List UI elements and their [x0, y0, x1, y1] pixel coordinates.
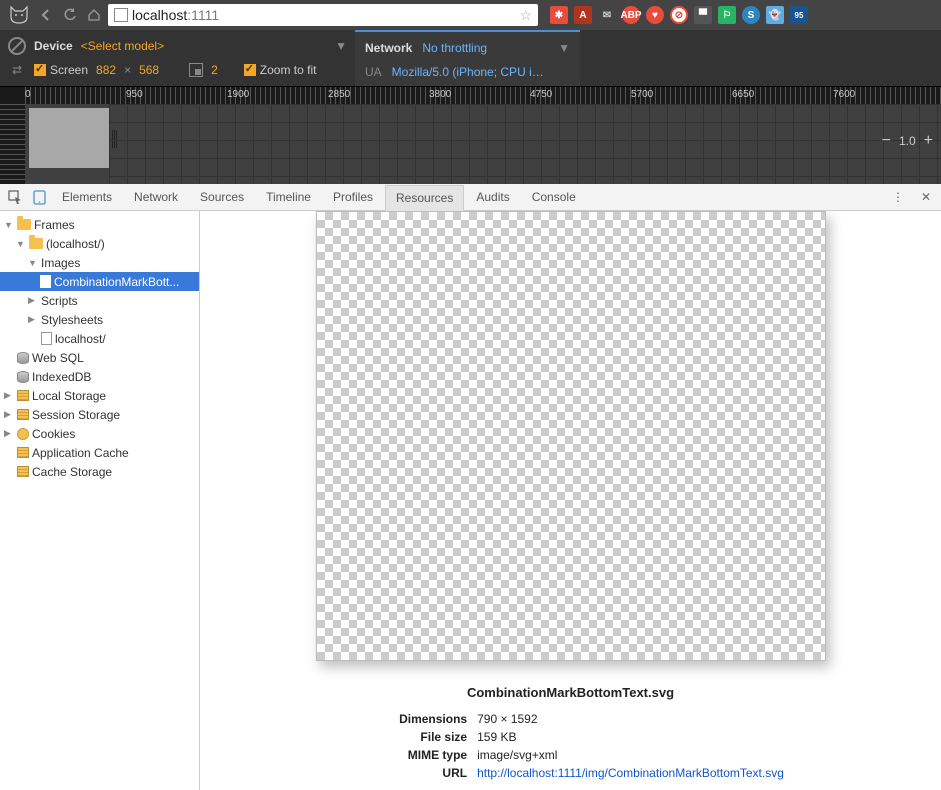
- tab-sources[interactable]: Sources: [190, 185, 254, 209]
- home-button[interactable]: [84, 5, 104, 25]
- screen-width[interactable]: 882: [96, 63, 116, 77]
- tree-localstorage[interactable]: Local Storage: [0, 386, 199, 405]
- ext-icon[interactable]: S: [742, 6, 760, 24]
- ext-icon[interactable]: ♥: [646, 6, 664, 24]
- preview-filename: CombinationMarkBottomText.svg: [467, 685, 674, 700]
- close-icon[interactable]: ✕: [915, 186, 937, 208]
- no-device-icon[interactable]: [8, 37, 26, 55]
- ruler-tick: 7600: [833, 89, 855, 100]
- tree-localhost[interactable]: (localhost/): [0, 234, 199, 253]
- tree-appcache[interactable]: Application Cache: [0, 443, 199, 462]
- tab-profiles[interactable]: Profiles: [323, 185, 383, 209]
- tree-scripts[interactable]: Scripts: [0, 291, 199, 310]
- dpr-icon: [189, 63, 203, 77]
- tree-indexeddb[interactable]: IndexedDB: [0, 367, 199, 386]
- screen-height[interactable]: 568: [139, 63, 159, 77]
- ruler-tick: 2850: [328, 89, 350, 100]
- ruler-tick: 0: [25, 89, 31, 100]
- tree-selected-file[interactable]: CombinationMarkBott...: [0, 272, 199, 291]
- resource-preview: CombinationMarkBottomText.svg Dimensions…: [200, 211, 941, 790]
- url-text: localhost:1111: [132, 7, 219, 23]
- throttling-select[interactable]: No throttling: [422, 41, 487, 55]
- tab-elements[interactable]: Elements: [52, 185, 122, 209]
- back-button[interactable]: [36, 5, 56, 25]
- browser-logo: [6, 2, 32, 28]
- device-emulation-bar: Device <Select model> ▼ ⇄ Screen 882 × 5…: [0, 30, 941, 86]
- ruler-tick: 5700: [631, 89, 653, 100]
- ext-icon[interactable]: ✉: [598, 6, 616, 24]
- preview-metadata: Dimensions790 × 1592 File size159 KB MIM…: [357, 710, 784, 782]
- ext-icon[interactable]: ▝▘: [694, 6, 712, 24]
- ext-icon[interactable]: 👻: [766, 6, 784, 24]
- ext-icon[interactable]: ✱: [550, 6, 568, 24]
- ua-value[interactable]: Mozilla/5.0 (iPhone; CPU iPhon...: [392, 65, 552, 79]
- ext-icon[interactable]: ⊘: [670, 6, 688, 24]
- page-icon: [114, 8, 128, 22]
- device-mode-icon[interactable]: [28, 186, 50, 208]
- inspect-icon[interactable]: [4, 186, 26, 208]
- zoom-in-button[interactable]: +: [924, 132, 933, 150]
- ruler-tick: 950: [126, 89, 143, 100]
- tab-console[interactable]: Console: [522, 185, 586, 209]
- ua-label: UA: [365, 65, 382, 79]
- device-select[interactable]: <Select model>: [81, 39, 327, 53]
- bookmark-star-icon[interactable]: ☆: [519, 7, 532, 24]
- toggle-icon[interactable]: ⇄: [8, 61, 26, 79]
- meta-dimensions: 790 × 1592: [477, 710, 537, 728]
- tree-images[interactable]: Images: [0, 253, 199, 272]
- reload-button[interactable]: [60, 5, 80, 25]
- tree-localhost-file[interactable]: localhost/: [0, 329, 199, 348]
- ruler-tick: 3800: [429, 89, 451, 100]
- tab-network[interactable]: Network: [124, 185, 188, 209]
- device-label: Device: [34, 39, 73, 53]
- ruler-tick: 4750: [530, 89, 552, 100]
- tree-cookies[interactable]: Cookies: [0, 424, 199, 443]
- tab-audits[interactable]: Audits: [466, 185, 519, 209]
- devtools-tabs: Elements Network Sources Timeline Profil…: [0, 184, 941, 211]
- meta-url[interactable]: http://localhost:1111/img/CombinationMar…: [477, 764, 784, 782]
- meta-filesize: 159 KB: [477, 728, 516, 746]
- ext-icon[interactable]: 95: [790, 6, 808, 24]
- tree-websql[interactable]: Web SQL: [0, 348, 199, 367]
- zoom-control: − 1.0 +: [882, 132, 933, 150]
- extension-icons: ✱ A ✉ ABP ♥ ⊘ ▝▘ ⚐ S 👻 95: [550, 6, 808, 24]
- devtools-body: Frames (localhost/) Images CombinationMa…: [0, 211, 941, 790]
- ruler-tick: 6650: [732, 89, 754, 100]
- tree-stylesheets[interactable]: Stylesheets: [0, 310, 199, 329]
- viewport-area: − 1.0 +: [0, 104, 941, 184]
- ext-icon[interactable]: ABP: [622, 6, 640, 24]
- resources-sidebar: Frames (localhost/) Images CombinationMa…: [0, 211, 200, 790]
- screen-checkbox[interactable]: Screen: [34, 63, 88, 77]
- ext-icon[interactable]: ⚐: [718, 6, 736, 24]
- zoom-fit-checkbox[interactable]: Zoom to fit: [244, 63, 317, 77]
- image-preview: [316, 211, 826, 661]
- network-label: Network: [365, 41, 412, 55]
- vertical-ruler: [0, 104, 25, 184]
- address-bar[interactable]: localhost:1111 ☆: [108, 4, 538, 26]
- dpr-value[interactable]: 2: [211, 63, 218, 77]
- zoom-out-button[interactable]: −: [882, 132, 891, 150]
- zoom-value: 1.0: [899, 134, 916, 148]
- emulated-screen[interactable]: [29, 108, 109, 168]
- tab-resources[interactable]: Resources: [385, 185, 464, 211]
- tree-frames[interactable]: Frames: [0, 215, 199, 234]
- meta-mime: image/svg+xml: [477, 746, 557, 764]
- device-caret-icon[interactable]: ▼: [335, 39, 347, 53]
- ext-icon[interactable]: A: [574, 6, 592, 24]
- throttling-caret-icon[interactable]: ▼: [558, 41, 570, 55]
- tree-sessionstorage[interactable]: Session Storage: [0, 405, 199, 424]
- network-panel: Network No throttling ▼ UA Mozilla/5.0 (…: [355, 30, 580, 86]
- tab-timeline[interactable]: Timeline: [256, 185, 321, 209]
- horizontal-ruler: 0 950 1900 2850 3800 4750 5700 6650 7600: [0, 86, 941, 104]
- tree-cachestorage[interactable]: Cache Storage: [0, 462, 199, 481]
- ruler-tick: 1900: [227, 89, 249, 100]
- more-icon[interactable]: ⋮: [887, 186, 909, 208]
- browser-toolbar: localhost:1111 ☆ ✱ A ✉ ABP ♥ ⊘ ▝▘ ⚐ S 👻 …: [0, 0, 941, 30]
